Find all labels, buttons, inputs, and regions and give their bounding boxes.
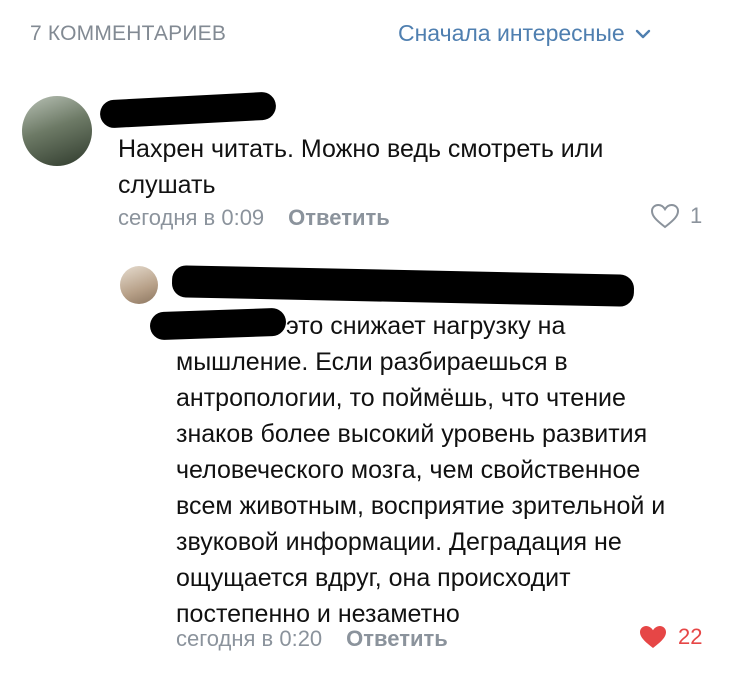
comment-time[interactable]: сегодня в 0:20: [176, 626, 322, 652]
like-count: 1: [690, 203, 703, 228]
like-button[interactable]: 1: [650, 203, 702, 229]
heart-filled-icon: [640, 626, 666, 648]
heart-outline-icon: [650, 203, 680, 229]
comment-time[interactable]: сегодня в 0:09: [118, 205, 264, 231]
like-button[interactable]: 22: [638, 624, 702, 650]
reply-button[interactable]: Ответить: [288, 205, 390, 231]
chevron-down-icon: [635, 29, 650, 38]
reply-button[interactable]: Ответить: [346, 626, 448, 652]
avatar[interactable]: [120, 266, 158, 304]
comment-meta: сегодня в 0:09 Ответить: [118, 205, 390, 231]
comment-text: Нахрен читать. Можно ведь смотреть или с…: [118, 135, 604, 199]
comment-text: это снижает нагрузку на мышление. Если р…: [176, 312, 666, 628]
redacted-author-name: [171, 265, 635, 307]
sort-label: Сначала интересные: [398, 20, 625, 46]
sort-dropdown[interactable]: Сначала интересные: [398, 20, 651, 47]
avatar[interactable]: [22, 96, 92, 166]
like-count: 22: [678, 624, 703, 649]
redacted-author-name: [99, 91, 277, 129]
comment-meta: сегодня в 0:20 Ответить: [176, 626, 448, 652]
comments-count: 7 КОММЕНТАРИЕВ: [30, 22, 227, 45]
